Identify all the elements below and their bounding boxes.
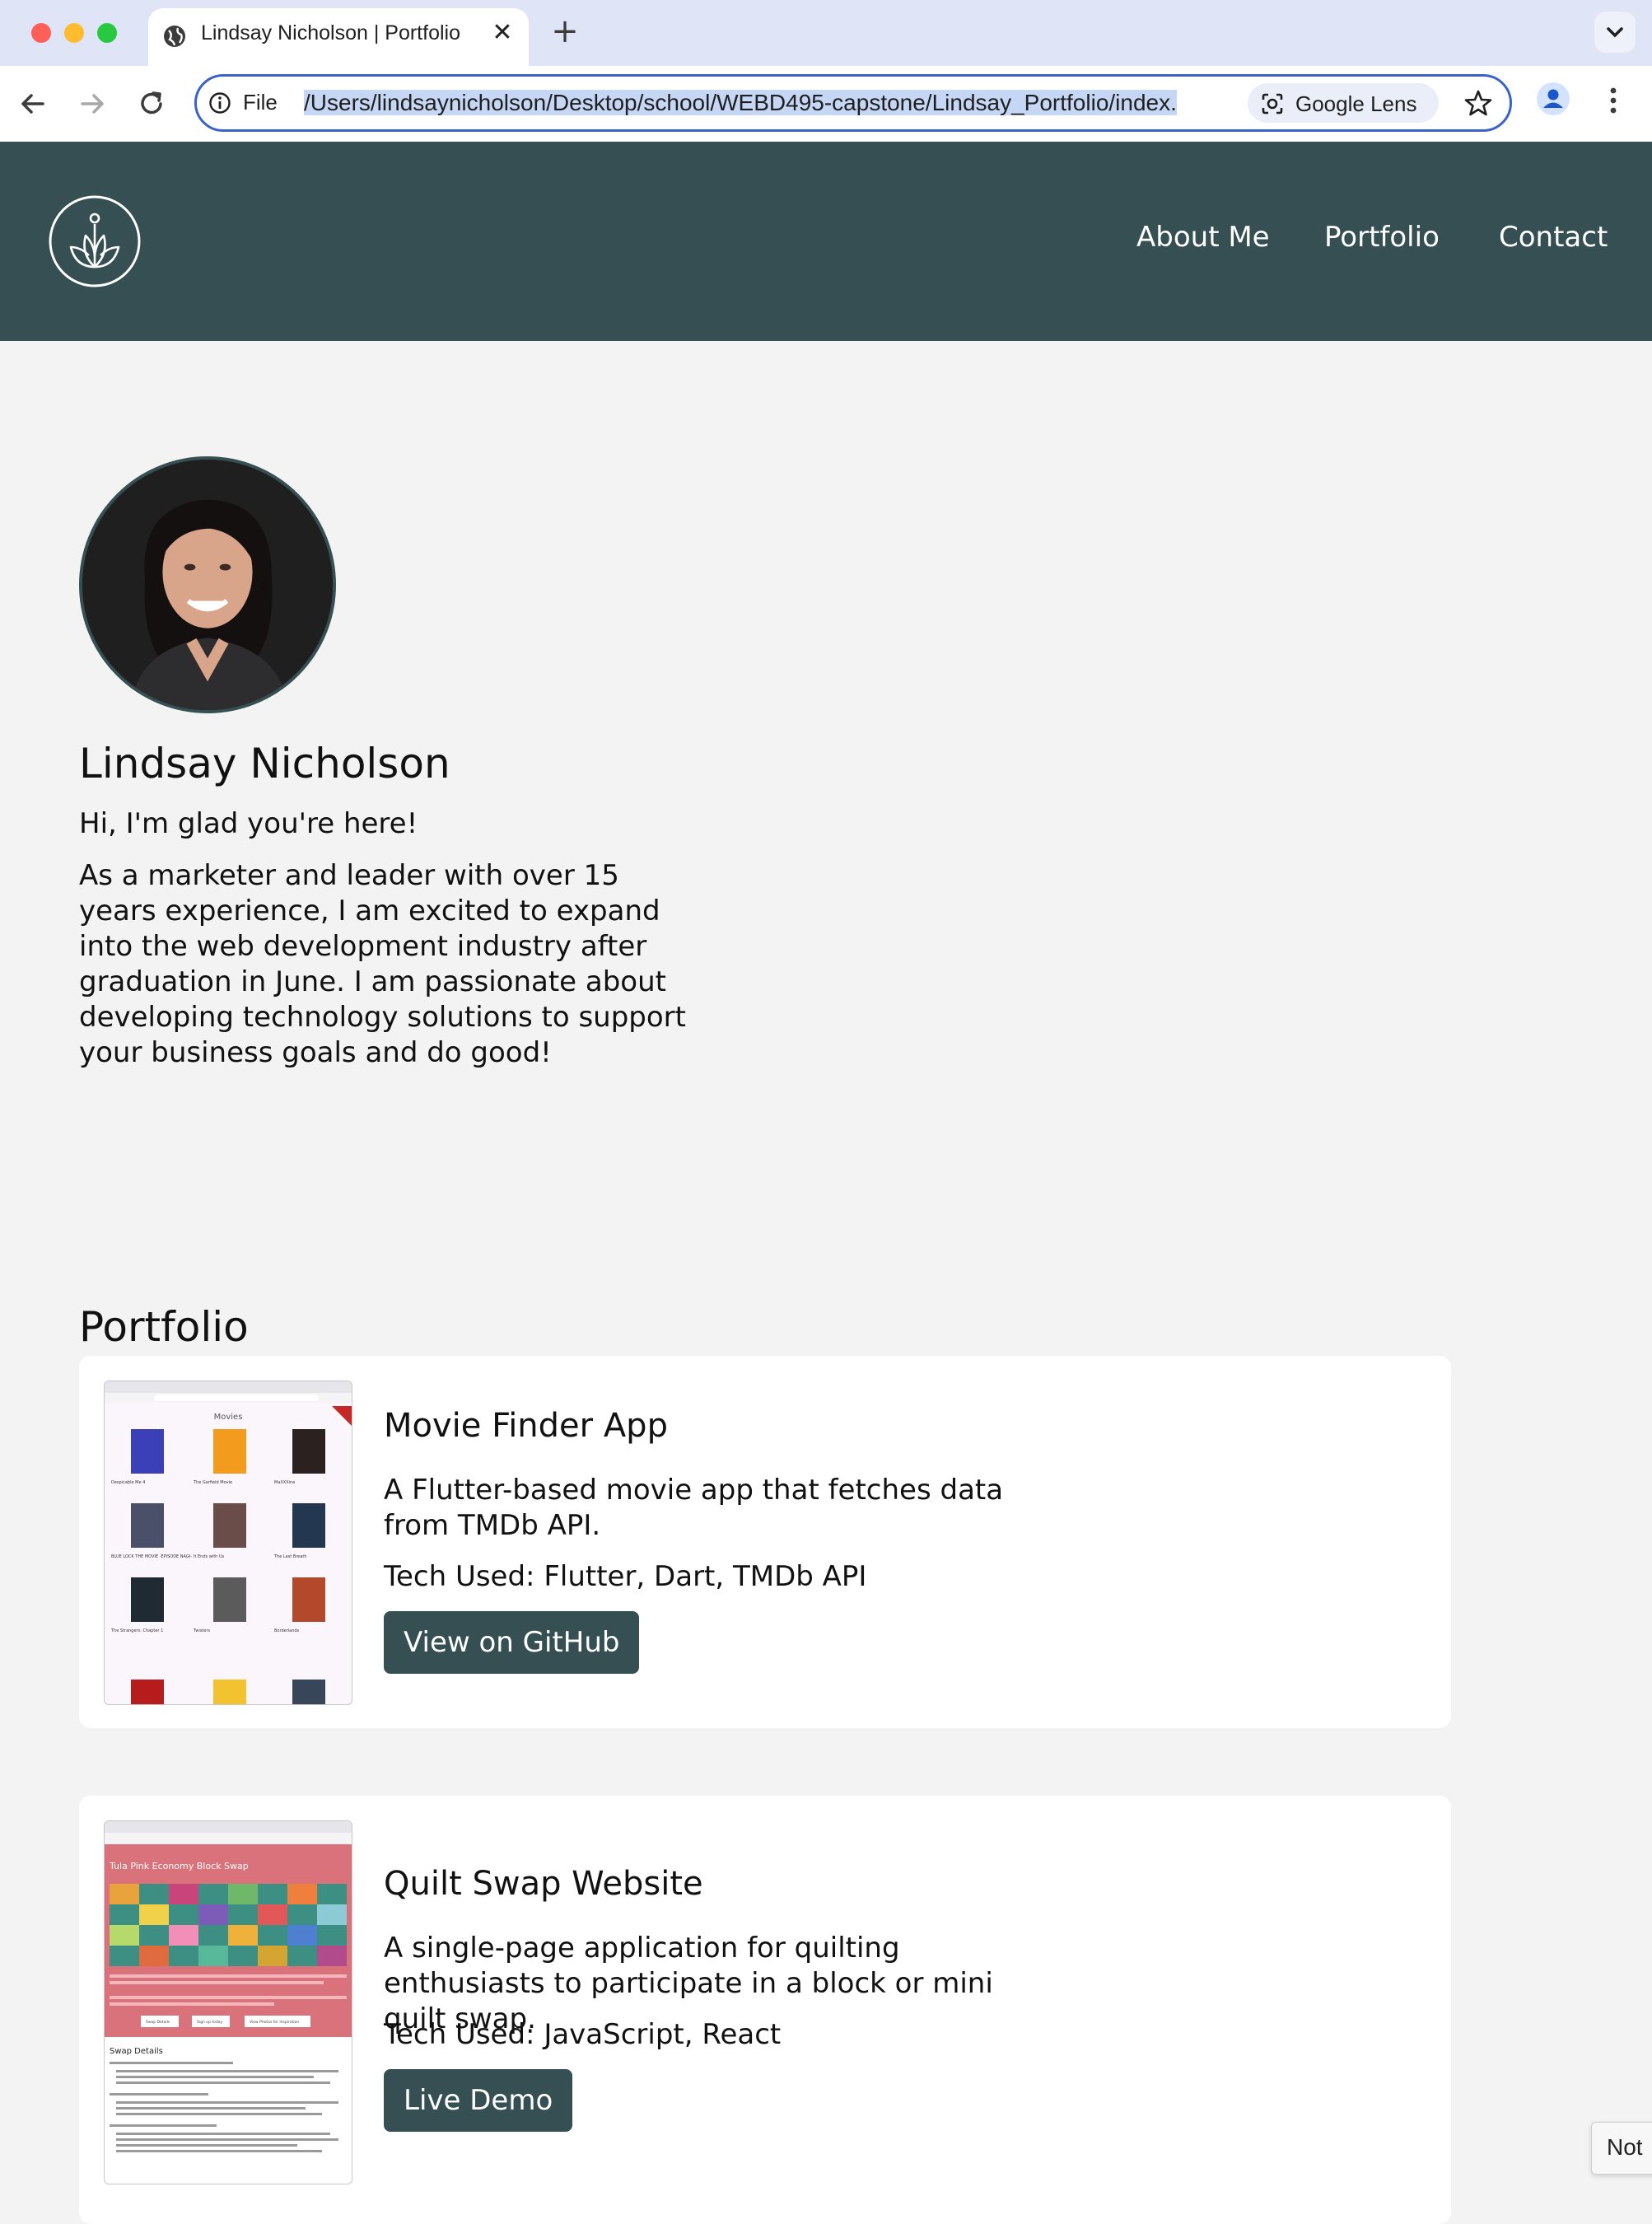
thumb-movie-title: MaXXXine bbox=[274, 1480, 295, 1485]
site-header: About Me Portfolio Contact bbox=[0, 142, 1652, 341]
corner-popup-text: Not bbox=[1607, 2134, 1643, 2160]
project-card: Tula Pink Economy Block Swap Swap Detail… bbox=[79, 1796, 1451, 2224]
lens-camera-icon bbox=[1262, 93, 1283, 114]
thumb-movie-title: BLUE LOCK THE MOVIE -EPISODE NAGI- bbox=[111, 1554, 192, 1559]
info-icon[interactable] bbox=[208, 91, 231, 114]
thumb-quilt-banner: Tula Pink Economy Block Swap bbox=[109, 1861, 249, 1871]
nav-contact[interactable]: Contact bbox=[1499, 221, 1608, 254]
portfolio-heading: Portfolio bbox=[79, 1303, 249, 1351]
project-description: A Flutter-based movie app that fetches d… bbox=[384, 1474, 1004, 1542]
corner-popup[interactable]: Not bbox=[1591, 2122, 1652, 2175]
hero-bio: As a marketer and leader with over 15 ye… bbox=[79, 859, 686, 1069]
portrait-illustration bbox=[82, 460, 333, 710]
close-window-button[interactable] bbox=[31, 23, 51, 43]
chevron-down-icon bbox=[1607, 27, 1623, 38]
hero-name: Lindsay Nicholson bbox=[79, 740, 450, 787]
address-bar[interactable]: File /Users/lindsaynicholson/Desktop/sch… bbox=[194, 74, 1512, 132]
browser-tab-bar: Lindsay Nicholson | Portfolio ✕ + bbox=[0, 0, 1652, 66]
thumb-movie-title: Twisters bbox=[193, 1628, 210, 1633]
project-tech: Tech Used: JavaScript, React bbox=[384, 2018, 782, 2051]
movie-app-screenshot: Movies Despicable Me 4 The Garfield Movi… bbox=[104, 1381, 352, 1705]
thumb-movie-title: The Last Breath bbox=[273, 1554, 307, 1559]
thumb-movies-header: Movies bbox=[214, 1413, 243, 1422]
thumb-quilt-button: View Photos for Inspiration bbox=[250, 2020, 299, 2025]
quilt-swap-screenshot: Tula Pink Economy Block Swap Swap Detail… bbox=[104, 1820, 352, 2184]
quilt-swap-preview: Tula Pink Economy Block Swap Swap Detail… bbox=[105, 1821, 352, 2152]
project-tech: Tech Used: Flutter, Dart, TMDb API bbox=[384, 1560, 867, 1593]
hero-greeting: Hi, I'm glad you're here! bbox=[79, 807, 418, 840]
thumb-quilt-section: Swap Details bbox=[110, 2047, 163, 2056]
new-tab-button[interactable]: + bbox=[547, 13, 583, 49]
thumb-movie-title: It Ends with Us bbox=[194, 1554, 225, 1559]
minimize-window-button[interactable] bbox=[64, 23, 84, 43]
movie-app-preview: Movies Despicable Me 4 The Garfield Movi… bbox=[105, 1381, 352, 1704]
bookmark-star-icon[interactable] bbox=[1463, 88, 1493, 118]
browser-toolbar: File /Users/lindsaynicholson/Desktop/sch… bbox=[0, 66, 1652, 142]
tab-search-button[interactable] bbox=[1594, 12, 1636, 53]
forward-arrow-icon[interactable] bbox=[76, 87, 109, 120]
reload-icon[interactable] bbox=[135, 87, 168, 120]
project-title: Movie Finder App bbox=[384, 1407, 668, 1445]
back-arrow-icon[interactable] bbox=[16, 87, 49, 120]
quilt-block-pattern bbox=[110, 1884, 347, 1966]
nav-about-me[interactable]: About Me bbox=[1136, 221, 1270, 254]
poster-grid bbox=[131, 1429, 325, 1704]
view-on-github-button[interactable]: View on GitHub bbox=[384, 1611, 640, 1674]
maximize-window-button[interactable] bbox=[97, 23, 117, 43]
tab-close-icon[interactable]: ✕ bbox=[488, 18, 517, 48]
person-icon bbox=[1543, 89, 1563, 108]
thumb-quilt-button: Swap Details bbox=[146, 2020, 170, 2025]
live-demo-button[interactable]: Live Demo bbox=[384, 2069, 573, 2132]
thumb-movie-title: Borderlands bbox=[274, 1628, 300, 1633]
url-selection: /Users/lindsaynicholson/Desktop/school/W… bbox=[304, 90, 1177, 115]
lotus-logo-icon[interactable] bbox=[48, 194, 142, 288]
project-card: Movies Despicable Me 4 The Garfield Movi… bbox=[79, 1356, 1451, 1728]
tab-title: Lindsay Nicholson | Portfolio bbox=[201, 21, 460, 44]
google-lens-label: Google Lens bbox=[1295, 91, 1417, 116]
profile-photo bbox=[79, 456, 336, 713]
project-title: Quilt Swap Website bbox=[384, 1865, 703, 1903]
profile-avatar-button[interactable] bbox=[1537, 82, 1570, 115]
nav-portfolio[interactable]: Portfolio bbox=[1324, 221, 1440, 254]
thumb-quilt-button: Sign up today bbox=[197, 2020, 223, 2025]
google-lens-button[interactable]: Google Lens bbox=[1248, 83, 1439, 123]
globe-icon bbox=[164, 26, 185, 47]
thumb-movie-title: The Garfield Movie bbox=[193, 1480, 232, 1485]
thumb-movie-title: Despicable Me 4 bbox=[111, 1480, 145, 1485]
browser-menu-icon[interactable] bbox=[1601, 84, 1626, 117]
thumb-movie-title: The Strangers: Chapter 1 bbox=[110, 1628, 163, 1633]
scheme-label: File bbox=[243, 90, 278, 114]
browser-tab[interactable]: Lindsay Nicholson | Portfolio ✕ bbox=[148, 8, 529, 66]
